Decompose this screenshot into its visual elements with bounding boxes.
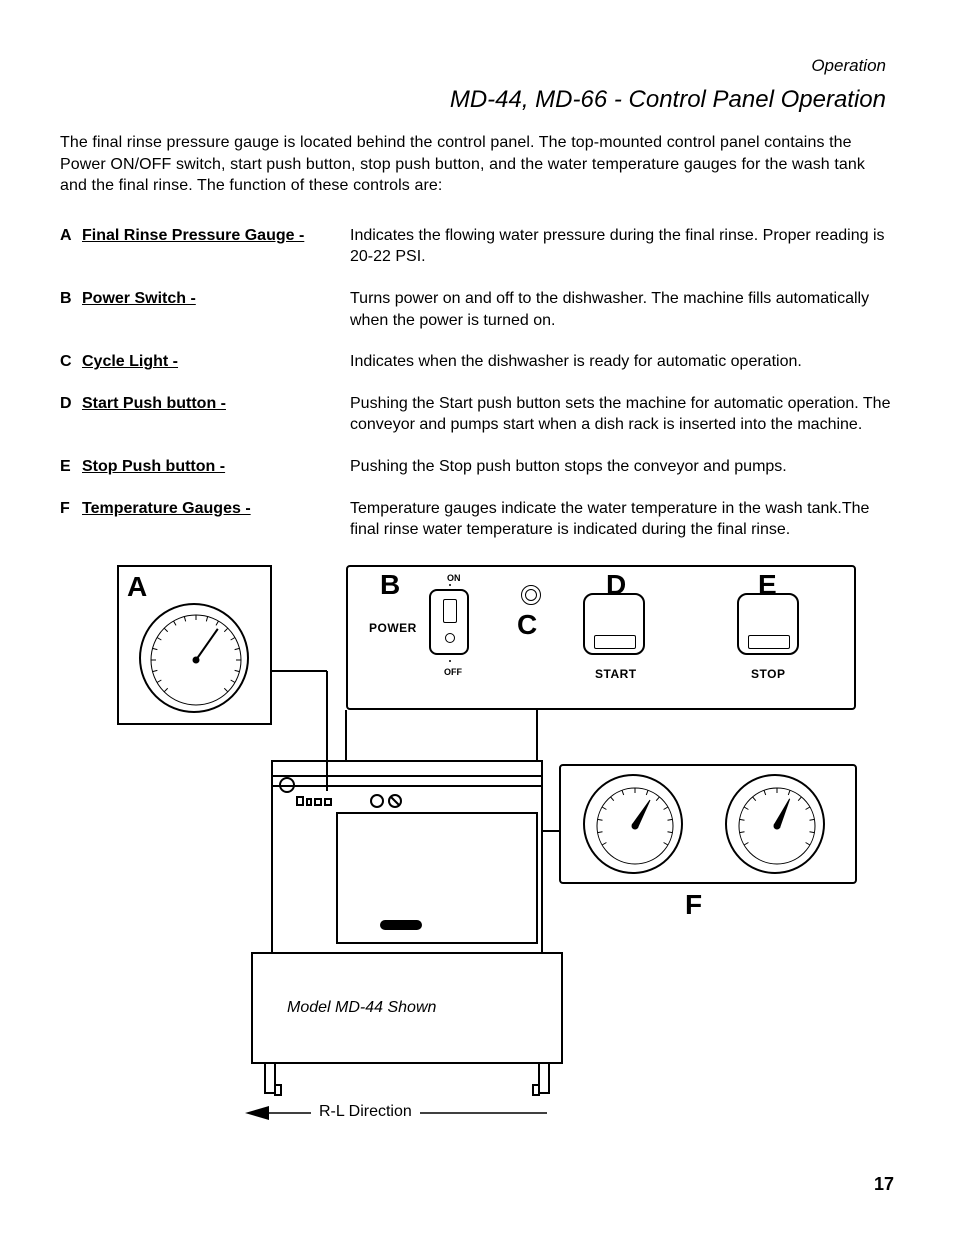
def-label: Power Switch - [82, 290, 196, 307]
def-desc: Indicates when the dishwasher is ready f… [350, 351, 894, 373]
def-label: Cycle Light - [82, 353, 178, 370]
def-letter: A [60, 225, 82, 247]
definition-row: EStop Push button - Pushing the Stop pus… [60, 456, 894, 478]
def-letter: C [60, 351, 82, 373]
def-letter: D [60, 393, 82, 415]
machine-outline-icon [97, 561, 857, 1131]
def-letter: F [60, 498, 82, 520]
def-letter: B [60, 288, 82, 310]
definition-row: CCycle Light - Indicates when the dishwa… [60, 351, 894, 373]
def-letter: E [60, 456, 82, 478]
definition-row: AFinal Rinse Pressure Gauge - Indicates … [60, 225, 894, 268]
section-header: Operation [60, 56, 886, 76]
def-desc: Pushing the Stop push button stops the c… [350, 456, 894, 478]
def-label: Start Push button - [82, 395, 226, 412]
def-label: Stop Push button - [82, 458, 225, 475]
definition-row: DStart Push button - Pushing the Start p… [60, 393, 894, 436]
def-label: Temperature Gauges - [82, 500, 251, 517]
def-label: Final Rinse Pressure Gauge - [82, 227, 304, 244]
def-desc: Pushing the Start push button sets the m… [350, 393, 894, 436]
model-caption: Model MD-44 Shown [287, 999, 436, 1017]
page-number: 17 [874, 1174, 894, 1195]
def-desc: Indicates the flowing water pressure dur… [350, 225, 894, 268]
definition-row: BPower Switch - Turns power on and off t… [60, 288, 894, 331]
control-panel-diagram: A [97, 561, 857, 1131]
intro-paragraph: The final rinse pressure gauge is locate… [60, 132, 894, 197]
definition-row: FTemperature Gauges - Temperature gauges… [60, 498, 894, 541]
def-desc: Temperature gauges indicate the water te… [350, 498, 894, 541]
direction-label: R-L Direction [311, 1103, 420, 1121]
page-title: MD-44, MD-66 - Control Panel Operation [60, 86, 886, 114]
def-desc: Turns power on and off to the dishwasher… [350, 288, 894, 331]
